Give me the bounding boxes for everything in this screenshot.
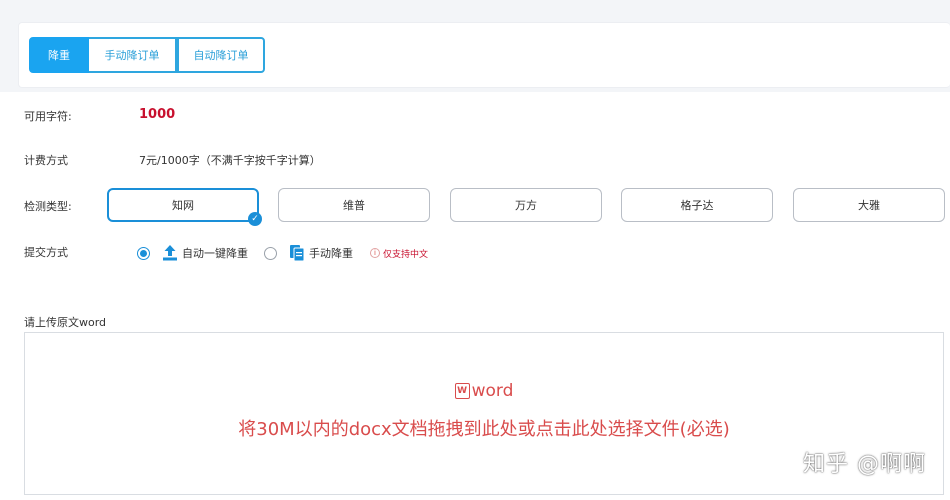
watermark: 知乎 @啊啊 xyxy=(803,452,926,477)
upload-icon xyxy=(163,245,177,261)
tab-auto-orders[interactable]: 自动降订单 xyxy=(177,37,265,73)
manual-reduce-radio[interactable] xyxy=(264,246,277,260)
submit-method-options: 自动一键降重 手动降重 i 仅支持中文 xyxy=(137,242,428,264)
auto-reduce-radio[interactable] xyxy=(137,246,150,260)
info-icon: i xyxy=(370,248,380,258)
tab-bar: 降重 手动降订单 自动降订单 xyxy=(29,37,265,73)
billing-value: 7元/1000字（不满千字按千字计算） xyxy=(139,154,321,167)
submit-method-label: 提交方式 xyxy=(24,246,68,259)
dropzone-title: W word xyxy=(25,381,943,401)
chinese-only-note: 仅支持中文 xyxy=(383,249,429,260)
detect-option-label: 大雅 xyxy=(858,199,880,212)
detect-option-vip[interactable]: 维普 xyxy=(278,188,430,222)
checkmark-icon: ✓ xyxy=(248,212,262,226)
detect-option-label: 维普 xyxy=(343,199,365,212)
detect-option-label: 格子达 xyxy=(680,199,714,212)
detect-option-label: 万方 xyxy=(515,199,537,212)
detect-option-cnki[interactable]: 知网 ✓ xyxy=(107,188,262,226)
tab-manual-orders[interactable]: 手动降订单 xyxy=(89,37,177,73)
manual-reduce-label[interactable]: 手动降重 xyxy=(309,245,353,261)
tab-reduce[interactable]: 降重 xyxy=(29,37,89,73)
available-chars-value: 1000 xyxy=(139,107,176,122)
detect-option-label: 知网 xyxy=(172,199,194,212)
detect-option-gezida[interactable]: 格子达 xyxy=(621,188,773,222)
dropzone-title-text: word xyxy=(471,381,514,401)
available-chars-label: 可用字符: xyxy=(24,110,72,123)
word-icon: W xyxy=(454,383,470,399)
billing-label: 计费方式 xyxy=(24,154,68,167)
document-icon xyxy=(290,245,305,262)
tab-bar-card: 降重 手动降订单 自动降订单 xyxy=(18,22,950,88)
upload-label: 请上传原文word xyxy=(24,316,107,329)
form-card: 可用字符: 1000 计费方式 7元/1000字（不满千字按千字计算） 检测类型… xyxy=(0,92,950,500)
dropzone-hint: 将30M以内的docx文档拖拽到此处或点击此处选择文件(必选) xyxy=(238,419,730,440)
page: 降重 手动降订单 自动降订单 可用字符: 1000 计费方式 7元/1000字（… xyxy=(0,0,950,500)
detect-option-daya[interactable]: 大雅 xyxy=(793,188,945,222)
auto-reduce-label[interactable]: 自动一键降重 xyxy=(182,245,248,261)
detect-option-wanfang[interactable]: 万方 xyxy=(450,188,602,222)
detect-type-label: 检测类型: xyxy=(24,200,72,213)
